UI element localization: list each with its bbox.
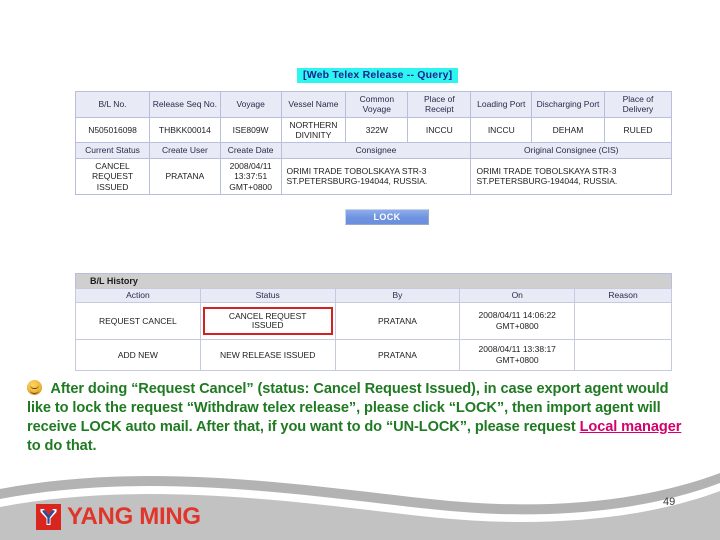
cell-voyage: ISE809W <box>219 116 282 144</box>
cell-consignee: ORIMI TRADE TOBOLSKAYA STR-3 ST.PETERSBU… <box>280 157 472 195</box>
cell-status: CANCEL REQUEST ISSUED <box>199 301 336 341</box>
cell-by: PRATANA <box>334 339 461 371</box>
cell-common-voyage: 322W <box>345 116 409 144</box>
cell-create-user: PRATANA <box>149 157 221 195</box>
cell-vessel-name: NORTHERN DIVINITY <box>280 116 347 144</box>
cell-create-date: 2008/04/11 13:37:51 GMT+0800 <box>219 157 282 195</box>
page-title: [Web Telex Release -- Query] <box>297 68 459 83</box>
col-header-create-user: Create User <box>149 142 221 159</box>
cell-by: PRATANA <box>334 301 461 341</box>
col-header-current-status: Current Status <box>75 142 151 159</box>
cell-on: 2008/04/11 13:38:17 GMT+0800 <box>459 339 576 371</box>
history-caption: B/L History <box>75 273 672 288</box>
lock-button[interactable]: LOCK <box>345 209 429 225</box>
yangming-logo-icon <box>36 504 61 530</box>
col-header-on: On <box>459 288 576 303</box>
screenshot-region: [Web Telex Release -- Query] B/L No. Rel… <box>0 0 720 371</box>
col-header-loading-port: Loading Port <box>470 91 533 118</box>
history-table-wrapper: B/L History Action Status By On Reason R… <box>75 273 672 371</box>
cell-original-consignee: ORIMI TRADE TOBOLSKAYA STR-3 ST.PETERSBU… <box>470 157 672 195</box>
col-header-common-voyage: Common Voyage <box>345 91 409 118</box>
table-row: N505016098 THBKK00014 ISE809W NORTHERN D… <box>75 116 672 144</box>
col-header-place-of-delivery: Place of Delivery <box>603 91 672 118</box>
col-header-action: Action <box>75 288 201 303</box>
col-header-status: Status <box>199 288 336 303</box>
col-header-consignee: Consignee <box>280 142 472 159</box>
local-manager-link[interactable]: Local manager <box>580 419 682 435</box>
col-header-place-of-receipt: Place of Receipt <box>407 91 472 118</box>
cell-loading-port: INCCU <box>470 116 533 144</box>
brand-name: YANG MING <box>67 503 201 530</box>
table-header-row: B/L No. Release Seq No. Voyage Vessel Na… <box>75 91 672 118</box>
table-header-row: Current Status Create User Create Date C… <box>75 142 672 159</box>
cell-discharging-port: DEHAM <box>531 116 605 144</box>
cell-action: ADD NEW <box>75 339 201 371</box>
cell-place-of-delivery: RULED <box>603 116 672 144</box>
instruction-note: After doing “Request Cancel” (status: Ca… <box>27 378 687 456</box>
smiley-face-icon <box>27 380 42 395</box>
col-header-bl-no: B/L No. <box>75 91 151 118</box>
col-header-reason: Reason <box>574 288 672 303</box>
cell-place-of-receipt: INCCU <box>407 116 472 144</box>
history-table: Action Status By On Reason REQUEST CANCE… <box>75 288 672 371</box>
note-text-part1: After doing “Request Cancel” (status: Ca… <box>27 381 669 435</box>
query-result-table: B/L No. Release Seq No. Voyage Vessel Na… <box>75 91 672 195</box>
cell-reason <box>574 301 672 341</box>
table-row: CANCEL REQUEST ISSUED PRATANA 2008/04/11… <box>75 157 672 195</box>
col-header-by: By <box>334 288 461 303</box>
brand-logo: YANG MING <box>36 503 201 531</box>
table-row: ADD NEW NEW RELEASE ISSUED PRATANA 2008/… <box>75 339 672 371</box>
col-header-discharging-port: Discharging Port <box>531 91 605 118</box>
cell-reason <box>574 339 672 371</box>
cell-bl-no: N505016098 <box>75 116 151 144</box>
cell-on: 2008/04/11 14:06:22 GMT+0800 <box>459 301 576 341</box>
page-number: 49 <box>663 496 676 508</box>
status-highlight-box: CANCEL REQUEST ISSUED <box>202 306 333 336</box>
col-header-voyage: Voyage <box>219 91 282 118</box>
table-header-row: Action Status By On Reason <box>75 288 672 303</box>
cell-release-seq-no: THBKK00014 <box>149 116 221 144</box>
cell-current-status: CANCEL REQUEST ISSUED <box>75 157 151 195</box>
cell-status: NEW RELEASE ISSUED <box>199 339 336 371</box>
col-header-create-date: Create Date <box>219 142 282 159</box>
col-header-vessel-name: Vessel Name <box>280 91 347 118</box>
cell-action: REQUEST CANCEL <box>75 301 201 341</box>
note-text-part2: to do that. <box>27 437 97 454</box>
query-result-table-wrapper: B/L No. Release Seq No. Voyage Vessel Na… <box>75 91 672 203</box>
col-header-release-seq-no: Release Seq No. <box>149 91 221 118</box>
table-row: REQUEST CANCEL CANCEL REQUEST ISSUED PRA… <box>75 301 672 341</box>
col-header-original-consignee: Original Consignee (CIS) <box>470 142 672 159</box>
